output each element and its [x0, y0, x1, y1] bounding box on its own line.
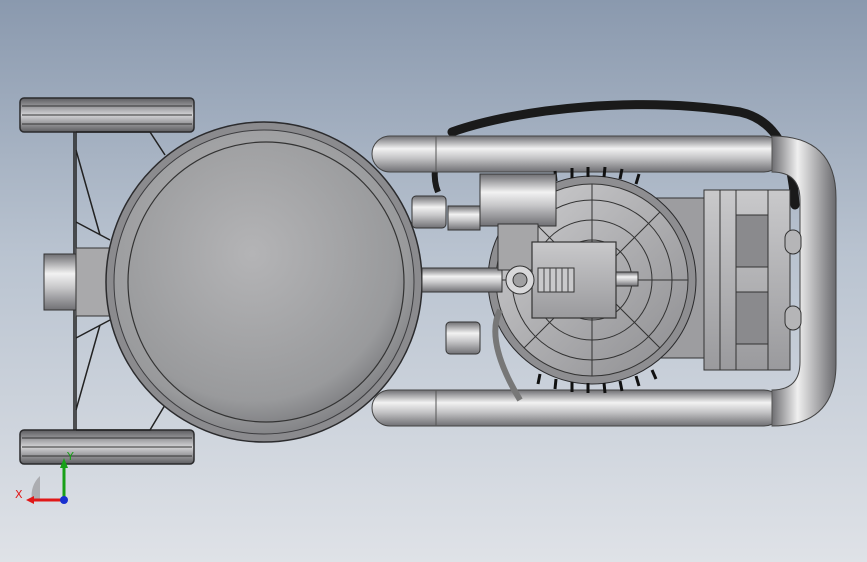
triad-plane [31, 476, 40, 500]
y-axis-label: Y [66, 450, 74, 463]
z-axis-dot [60, 496, 68, 504]
coordinate-triad: Y X [15, 450, 74, 504]
x-axis-head [26, 496, 34, 504]
discharge-pipe [615, 271, 639, 287]
air-tank[interactable] [105, 121, 423, 443]
front-wheel[interactable] [19, 97, 195, 133]
pressure-gauge[interactable] [505, 265, 575, 295]
x-axis-label: X [15, 488, 23, 501]
cad-viewport[interactable]: Y X [0, 0, 867, 562]
tank-foot [43, 247, 113, 317]
compressor-model[interactable] [0, 0, 867, 562]
